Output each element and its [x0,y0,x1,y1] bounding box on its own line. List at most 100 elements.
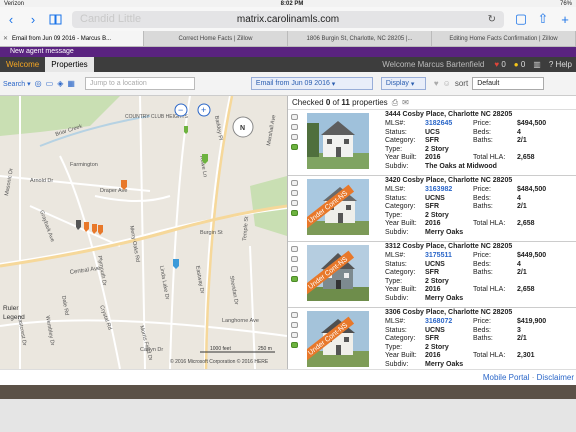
status-value: UCNS [425,326,445,334]
watermark-text: Candid Little [80,13,142,25]
mls-number-link[interactable]: 3175511 [425,252,473,261]
map-copyright: © 2016 Microsoft Corporation © 2016 HERE [170,358,269,365]
select-checkbox[interactable] [290,114,298,120]
browser-tab-burgin[interactable]: 1806 Burgin St, Charlotte, NC 28205 |... [288,31,432,46]
hla-value: 2,658 [517,286,535,294]
reload-icon[interactable]: ↻ [488,14,496,25]
address-field[interactable]: Candid Little matrix.carolinamls.com ↻ [72,10,504,28]
disclaimer-link[interactable]: Disclaimer [537,373,574,382]
baths-value: 2/1 [517,137,527,145]
map-area[interactable]: Briar Creek COUNTRY CLUB HEIGHTS Farming… [0,96,287,369]
layers-icon[interactable]: ◈ [57,79,63,88]
thumbs-filter-icon[interactable]: ☺ [443,79,451,88]
subdivision-value: Merry Oaks [425,294,464,302]
year-built-value: 2016 [425,154,441,162]
email-icon[interactable]: ✉ [402,98,409,107]
agent-message-banner[interactable]: New agent message [0,47,576,57]
mls-number-link[interactable]: 3182645 [425,120,473,129]
maybe-icon[interactable] [290,266,298,272]
maybe-icon[interactable] [290,200,298,206]
mls-number-link[interactable]: 3168072 [425,318,473,327]
new-tab-icon[interactable]: + [554,8,576,30]
property-address[interactable]: 3420 Cosby Place, Charlotte NC 28205 [385,177,512,184]
trash-icon[interactable]: ▥ [529,60,545,69]
bookmarks-icon[interactable] [44,8,66,30]
beds-value: 4 [517,128,521,136]
listing-header: Checked 0 of 11 properties ⎙ ✉ [288,96,576,110]
favorite-icon[interactable] [290,124,298,130]
maybe-icon[interactable] [290,332,298,338]
carrier-label: Verizon [4,0,25,7]
select-checkbox[interactable] [290,246,298,252]
listing-panel: Checked 0 of 11 properties ⎙ ✉ 3444 Cosb… [287,96,576,369]
property-address[interactable]: 3444 Cosby Place, Charlotte NC 28205 [385,111,512,118]
tab-properties[interactable]: Properties [45,57,94,72]
browser-tab-email[interactable]: ✕ Email from Jun 09 2016 - Marcus B... [0,31,144,46]
select-checkbox[interactable] [290,180,298,186]
jump-to-location-input[interactable]: Jump to a location [84,77,195,90]
map-type-icon[interactable]: ▦ [67,79,75,88]
property-card[interactable]: Under Cont-NS 3306 Cosby Place, Charlott… [288,308,576,369]
property-details: MLS#: 3175511 Price: $449,500 Status: UCNS Be… [385,252,547,302]
mobile-portal-link[interactable]: Mobile Portal [483,373,530,382]
scale-feet: 1000 feet [210,346,231,352]
property-address[interactable]: 3312 Cosby Place, Charlotte NC 28205 [385,243,512,250]
map-label: Farmington [70,162,98,168]
type-value: 2 Story [425,277,449,285]
status-value: UCNS [425,194,445,202]
favorites-counter[interactable]: ♥ 0 [490,60,509,69]
lightbulb-icon: ● [513,60,519,69]
browser-tab-strip: ✕ Email from Jun 09 2016 - Marcus B... Co… [0,31,576,47]
back-icon[interactable]: ‹ [0,8,22,30]
display-select[interactable]: Display ▾ [380,77,426,90]
property-card[interactable]: Under Cont-NS 3312 Cosby Place, Charlott… [288,242,576,308]
favorite-icon[interactable] [290,190,298,196]
heart-filter-icon[interactable]: ♥ [434,79,439,88]
maybe-icon[interactable] [290,134,298,140]
map-canvas[interactable]: Briar Creek COUNTRY CLUB HEIGHTS Farming… [0,96,287,369]
property-photo[interactable] [307,113,369,169]
property-address[interactable]: 3306 Cosby Place, Charlotte NC 28205 [385,309,512,316]
favorite-icon[interactable] [290,256,298,262]
rectangle-tool-icon[interactable]: ▭ [46,79,54,88]
browser-tab-zillow-confirm[interactable]: Editing Home Facts Confirmation | Zillow [432,31,576,46]
status-indicator-icon [290,210,298,216]
sort-select[interactable]: Default [472,77,545,90]
status-indicator-icon [290,144,298,150]
map-ruler-link[interactable]: Ruler [3,305,19,312]
address-url: matrix.carolinamls.com [236,13,340,25]
reading-list-icon[interactable]: ▢ [510,8,532,30]
compass-n-icon: N [240,125,245,132]
possibilities-counter[interactable]: ● 0 [510,60,530,69]
property-details: MLS#: 3182645 Price: $494,500 Status: UCS Bed… [385,120,547,170]
tab-welcome[interactable]: Welcome [0,57,45,72]
property-details: MLS#: 3163982 Price: $484,500 Status: UCNS Be… [385,186,547,236]
help-link[interactable]: ? Help [545,60,576,69]
sort-label: sort [454,79,469,88]
favorite-icon[interactable] [290,322,298,328]
print-icon[interactable]: ⎙ [392,98,398,108]
property-card[interactable]: 3444 Cosby Place, Charlotte NC 28205 MLS… [288,110,576,176]
mls-number-link[interactable]: 3163982 [425,186,473,195]
card-actions [288,110,300,176]
year-built-value: 2016 [425,220,441,228]
property-photo[interactable]: Under Cont-NS [307,179,369,235]
help-icon: ? [548,60,554,69]
radius-tool-icon[interactable]: ◎ [35,79,42,88]
select-checkbox[interactable] [290,312,298,318]
checked-count: Checked 0 of 11 properties [292,98,388,107]
forward-icon[interactable]: › [22,8,44,30]
share-icon[interactable]: ⇧ [532,8,554,30]
property-photo[interactable]: Under Cont-NS [307,245,369,301]
email-select[interactable]: Email from Jun 09 2016 ▾ [250,77,373,90]
property-photo[interactable]: Under Cont-NS [307,311,369,367]
browser-tab-zillow-facts[interactable]: Correct Home Facts | Zillow [144,31,288,46]
type-value: 2 Story [425,211,449,219]
property-card[interactable]: Under Cont-NS 3420 Cosby Place, Charlott… [288,176,576,242]
search-dropdown[interactable]: Search ▾ [3,80,31,88]
price-value: $449,500 [517,252,547,259]
beds-value: 4 [517,260,521,268]
status-value: UCNS [425,260,445,268]
category-value: SFR [425,335,439,343]
close-tab-icon[interactable]: ✕ [3,35,8,42]
